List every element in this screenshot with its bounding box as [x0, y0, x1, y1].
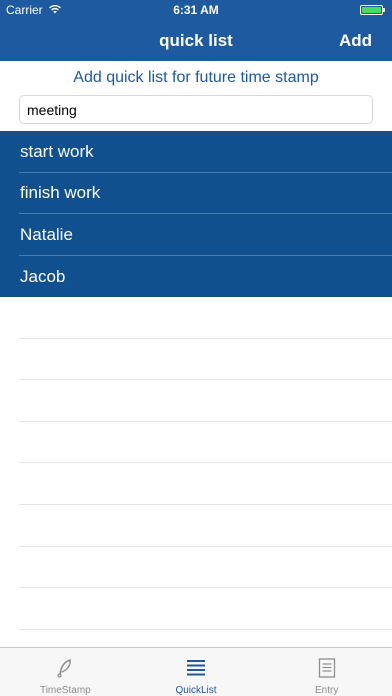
empty-row — [19, 588, 392, 630]
battery-fill — [362, 7, 381, 13]
list-icon — [186, 657, 206, 679]
nav-bar: quick list Add — [0, 20, 392, 61]
quick-list-input-container — [19, 95, 373, 124]
tab-entry[interactable]: Entry — [261, 648, 392, 696]
empty-row — [19, 339, 392, 381]
add-button[interactable]: Add — [339, 31, 372, 51]
page-title: quick list — [159, 31, 233, 50]
empty-table-rows — [0, 297, 392, 630]
list-item[interactable]: Natalie — [0, 214, 392, 256]
quick-list-input[interactable] — [20, 96, 372, 123]
list-item-label: Natalie — [20, 224, 73, 244]
list-item[interactable]: finish work — [0, 172, 392, 215]
list-item-label: Jacob — [20, 266, 66, 286]
list-item-label: finish work — [20, 183, 101, 203]
tab-label: QuickList — [175, 685, 217, 696]
empty-row — [19, 297, 392, 339]
status-bar: Carrier 6:31 AM — [0, 0, 392, 20]
battery-nub — [383, 8, 385, 12]
document-icon — [318, 657, 336, 679]
tab-timestamp[interactable]: TimeStamp — [0, 648, 131, 696]
list-item[interactable]: start work — [0, 131, 392, 173]
tab-bar: TimeStamp QuickList Entry — [0, 647, 392, 696]
empty-row — [19, 505, 392, 547]
empty-row — [19, 547, 392, 589]
empty-row — [19, 380, 392, 422]
tab-quicklist[interactable]: QuickList — [131, 648, 262, 696]
empty-row — [19, 422, 392, 464]
quill-icon — [54, 657, 76, 679]
list-item[interactable]: Jacob — [0, 255, 392, 298]
tab-label: TimeStamp — [39, 685, 91, 696]
empty-row — [19, 463, 392, 505]
battery-icon — [360, 5, 385, 15]
quick-list: start work finish work Natalie Jacob — [0, 131, 392, 298]
tab-label: Entry — [315, 685, 339, 696]
list-item-label: start work — [20, 141, 94, 161]
status-time: 6:31 AM — [173, 3, 219, 17]
quick-list-prompt: Add quick list for future time stamp — [73, 69, 319, 86]
